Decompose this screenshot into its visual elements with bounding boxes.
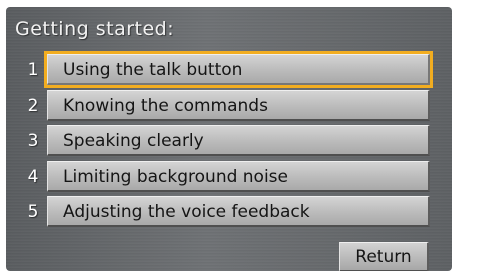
page-title: Getting started: xyxy=(15,18,175,40)
voice-help-screen: Getting started: 1 Using the talk button… xyxy=(6,7,452,271)
item-number-4: 4 xyxy=(27,167,39,187)
item-number-2: 2 xyxy=(27,96,39,116)
menu-item-speaking-clearly[interactable]: Speaking clearly xyxy=(47,125,430,156)
return-button-label: Return xyxy=(355,247,412,267)
menu-item-label: Using the talk button xyxy=(63,60,243,80)
menu-item-label: Knowing the commands xyxy=(63,96,268,116)
item-number-5: 5 xyxy=(27,202,39,222)
item-number-1: 1 xyxy=(27,60,39,80)
menu-item-using-talk-button[interactable]: Using the talk button xyxy=(44,51,433,88)
item-number-3: 3 xyxy=(27,131,39,151)
menu-item-limiting-background-noise[interactable]: Limiting background noise xyxy=(47,161,430,192)
menu-item-label: Limiting background noise xyxy=(63,167,289,187)
menu-item-knowing-commands[interactable]: Knowing the commands xyxy=(47,90,430,121)
menu-item-label: Adjusting the voice feedback xyxy=(63,202,310,222)
menu-item-label: Speaking clearly xyxy=(63,131,204,151)
return-button[interactable]: Return xyxy=(339,242,429,271)
menu-item-adjusting-voice-feedback[interactable]: Adjusting the voice feedback xyxy=(47,196,430,227)
